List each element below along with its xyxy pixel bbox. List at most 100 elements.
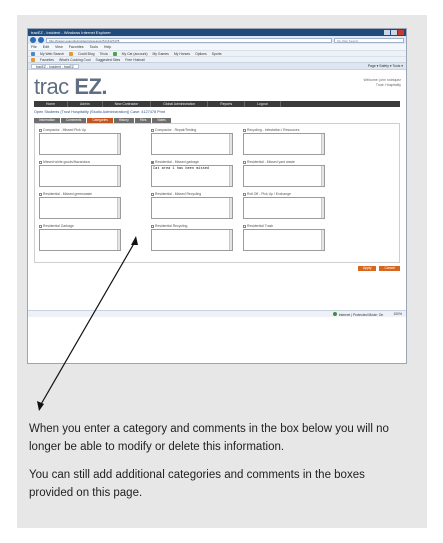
minimize-icon[interactable] [384, 30, 390, 35]
scrollbar[interactable] [321, 230, 324, 250]
app-nav: Home Admin New Contractor Global Adminis… [34, 101, 400, 107]
menu-help[interactable]: Help [104, 44, 111, 50]
category-field: Residential - Missed yard waste [243, 160, 325, 187]
zoom-level[interactable]: 100% [393, 312, 402, 316]
category-checkbox[interactable] [243, 160, 246, 164]
menu-edit[interactable]: Edit [43, 44, 49, 50]
toolbar-item[interactable]: Options [195, 52, 207, 56]
search-input[interactable]: My Web Search [334, 37, 404, 43]
scrollbar[interactable] [117, 198, 120, 218]
category-field: Residential - Missed garbage Cat area 1 … [151, 160, 233, 187]
maximize-icon[interactable] [391, 30, 397, 35]
category-checkbox[interactable] [151, 128, 154, 132]
category-checkbox[interactable] [243, 192, 246, 196]
back-icon[interactable] [30, 37, 36, 43]
nav-logout[interactable]: Logout [245, 101, 281, 107]
case-line: Open Students (Trust Hospitality (Studio… [34, 110, 165, 114]
favorites-item[interactable]: Free Hotmail [125, 58, 144, 62]
category-checkbox[interactable] [243, 128, 246, 132]
category-comment-box[interactable] [243, 165, 325, 187]
nav-admin[interactable]: Admin [68, 101, 103, 107]
toolbar-item[interactable]: My Horses [174, 52, 190, 56]
category-comment-box[interactable] [243, 133, 325, 155]
status-bar: Internet | Protected Mode: On 100% [28, 310, 406, 317]
menu-tools[interactable]: Tools [90, 44, 98, 50]
category-checkbox[interactable] [39, 192, 42, 196]
scrollbar[interactable] [117, 230, 120, 250]
instruction-paragraph-1: When you enter a category and comments i… [29, 423, 389, 453]
blog-icon [69, 51, 74, 56]
favorites-item[interactable]: What's Cooking Cool [59, 58, 91, 62]
category-field: Residential Trash [243, 224, 325, 251]
category-comment-box[interactable] [39, 197, 121, 219]
category-field: Recycling - Infestation / Resources [243, 128, 325, 155]
category-comment-box[interactable] [243, 197, 325, 219]
favorites-item[interactable]: Suggested Sites [96, 58, 121, 62]
nav-global-admin[interactable]: Global Administration [151, 101, 209, 107]
category-field: Residential - Missed greenwaste [39, 192, 121, 219]
close-icon[interactable] [398, 30, 404, 35]
tracez-app: trac EZ. Welcome: john rodriquez Trust: … [28, 69, 406, 317]
browser-tab-strip: tracEZ - Incident - tracEZ Page ▾ Safety… [28, 62, 406, 69]
star-icon [31, 57, 35, 62]
category-checkbox[interactable] [151, 192, 154, 196]
forward-icon[interactable] [38, 37, 44, 43]
category-field: Compactor - Missed Pick Up [39, 128, 121, 155]
scrollbar[interactable] [229, 134, 232, 154]
category-comment-box[interactable] [243, 229, 325, 251]
address-bar-row: http://tracez.example/incident/view.aspx… [28, 36, 406, 44]
toolbar-item[interactable]: Trivia [99, 52, 107, 56]
category-checkbox[interactable] [39, 160, 42, 164]
menu-file[interactable]: File [31, 44, 37, 50]
scrollbar[interactable] [117, 166, 120, 186]
category-checkbox[interactable] [39, 224, 42, 228]
toolbar-item[interactable]: Sports [212, 52, 222, 56]
nav-new-contractor[interactable]: New Contractor [103, 101, 152, 107]
category-field: Residential Recycling [151, 224, 233, 251]
category-checkbox[interactable] [151, 160, 154, 164]
menu-favorites[interactable]: Favorites [69, 44, 84, 50]
form-actions: Apply Cancel [357, 266, 400, 271]
toolbar-item[interactable]: My Web Search [40, 52, 64, 56]
apply-button[interactable]: Apply [357, 266, 377, 271]
category-checkbox[interactable] [39, 128, 42, 132]
category-field: Missed white goods/Hazardous [39, 160, 121, 187]
window-title: tracEZ - Incident - Windows Internet Exp… [31, 30, 111, 35]
category-grid: Compactor - Missed Pick Up Compactor - R… [34, 123, 400, 263]
account-icon [112, 51, 117, 56]
scrollbar[interactable] [229, 230, 232, 250]
status-zone: Internet | Protected Mode: On [332, 311, 383, 317]
web-search-icon [31, 51, 35, 56]
address-input[interactable]: http://tracez.example/incident/view.aspx… [46, 37, 332, 43]
instruction-paragraph-2: You can still add additional categories … [29, 469, 365, 499]
toolbar-item[interactable]: My Cat (account) [122, 52, 148, 56]
scrollbar[interactable] [229, 166, 232, 186]
category-field: Residential Garbage [39, 224, 121, 251]
page-tools[interactable]: Page ▾ Safety ▾ Tools ▾ [368, 64, 403, 68]
scrollbar[interactable] [321, 166, 324, 186]
nav-reports[interactable]: Reports [208, 101, 246, 107]
browser-tab[interactable]: tracEZ - Incident - tracEZ [31, 63, 79, 69]
scrollbar[interactable] [321, 198, 324, 218]
favorites-item[interactable]: Favorites [40, 58, 54, 62]
category-comment-box[interactable] [151, 133, 233, 155]
scrollbar[interactable] [321, 134, 324, 154]
category-comment-box[interactable] [151, 197, 233, 219]
scrollbar[interactable] [229, 198, 232, 218]
category-field: Compactor - Repair/Testing [151, 128, 233, 155]
category-checkbox[interactable] [151, 224, 154, 228]
category-comment-box[interactable] [39, 133, 121, 155]
cancel-button[interactable]: Cancel [379, 266, 400, 271]
category-comment-box[interactable] [39, 229, 121, 251]
category-comment-box[interactable] [39, 165, 121, 187]
category-comment-box[interactable] [151, 229, 233, 251]
category-field: Roll Off - Pick Up / Exchange [243, 192, 325, 219]
menu-view[interactable]: View [55, 44, 63, 50]
toolbar-item[interactable]: Coolit Blog [78, 52, 94, 56]
nav-home[interactable]: Home [34, 101, 69, 107]
toolbar-item[interactable]: My Games [152, 52, 168, 56]
category-checkbox[interactable] [243, 224, 246, 228]
category-comment-box[interactable]: Cat area 1 has been missed [151, 165, 233, 187]
scrollbar[interactable] [117, 134, 120, 154]
window-titlebar: tracEZ - Incident - Windows Internet Exp… [28, 29, 406, 36]
